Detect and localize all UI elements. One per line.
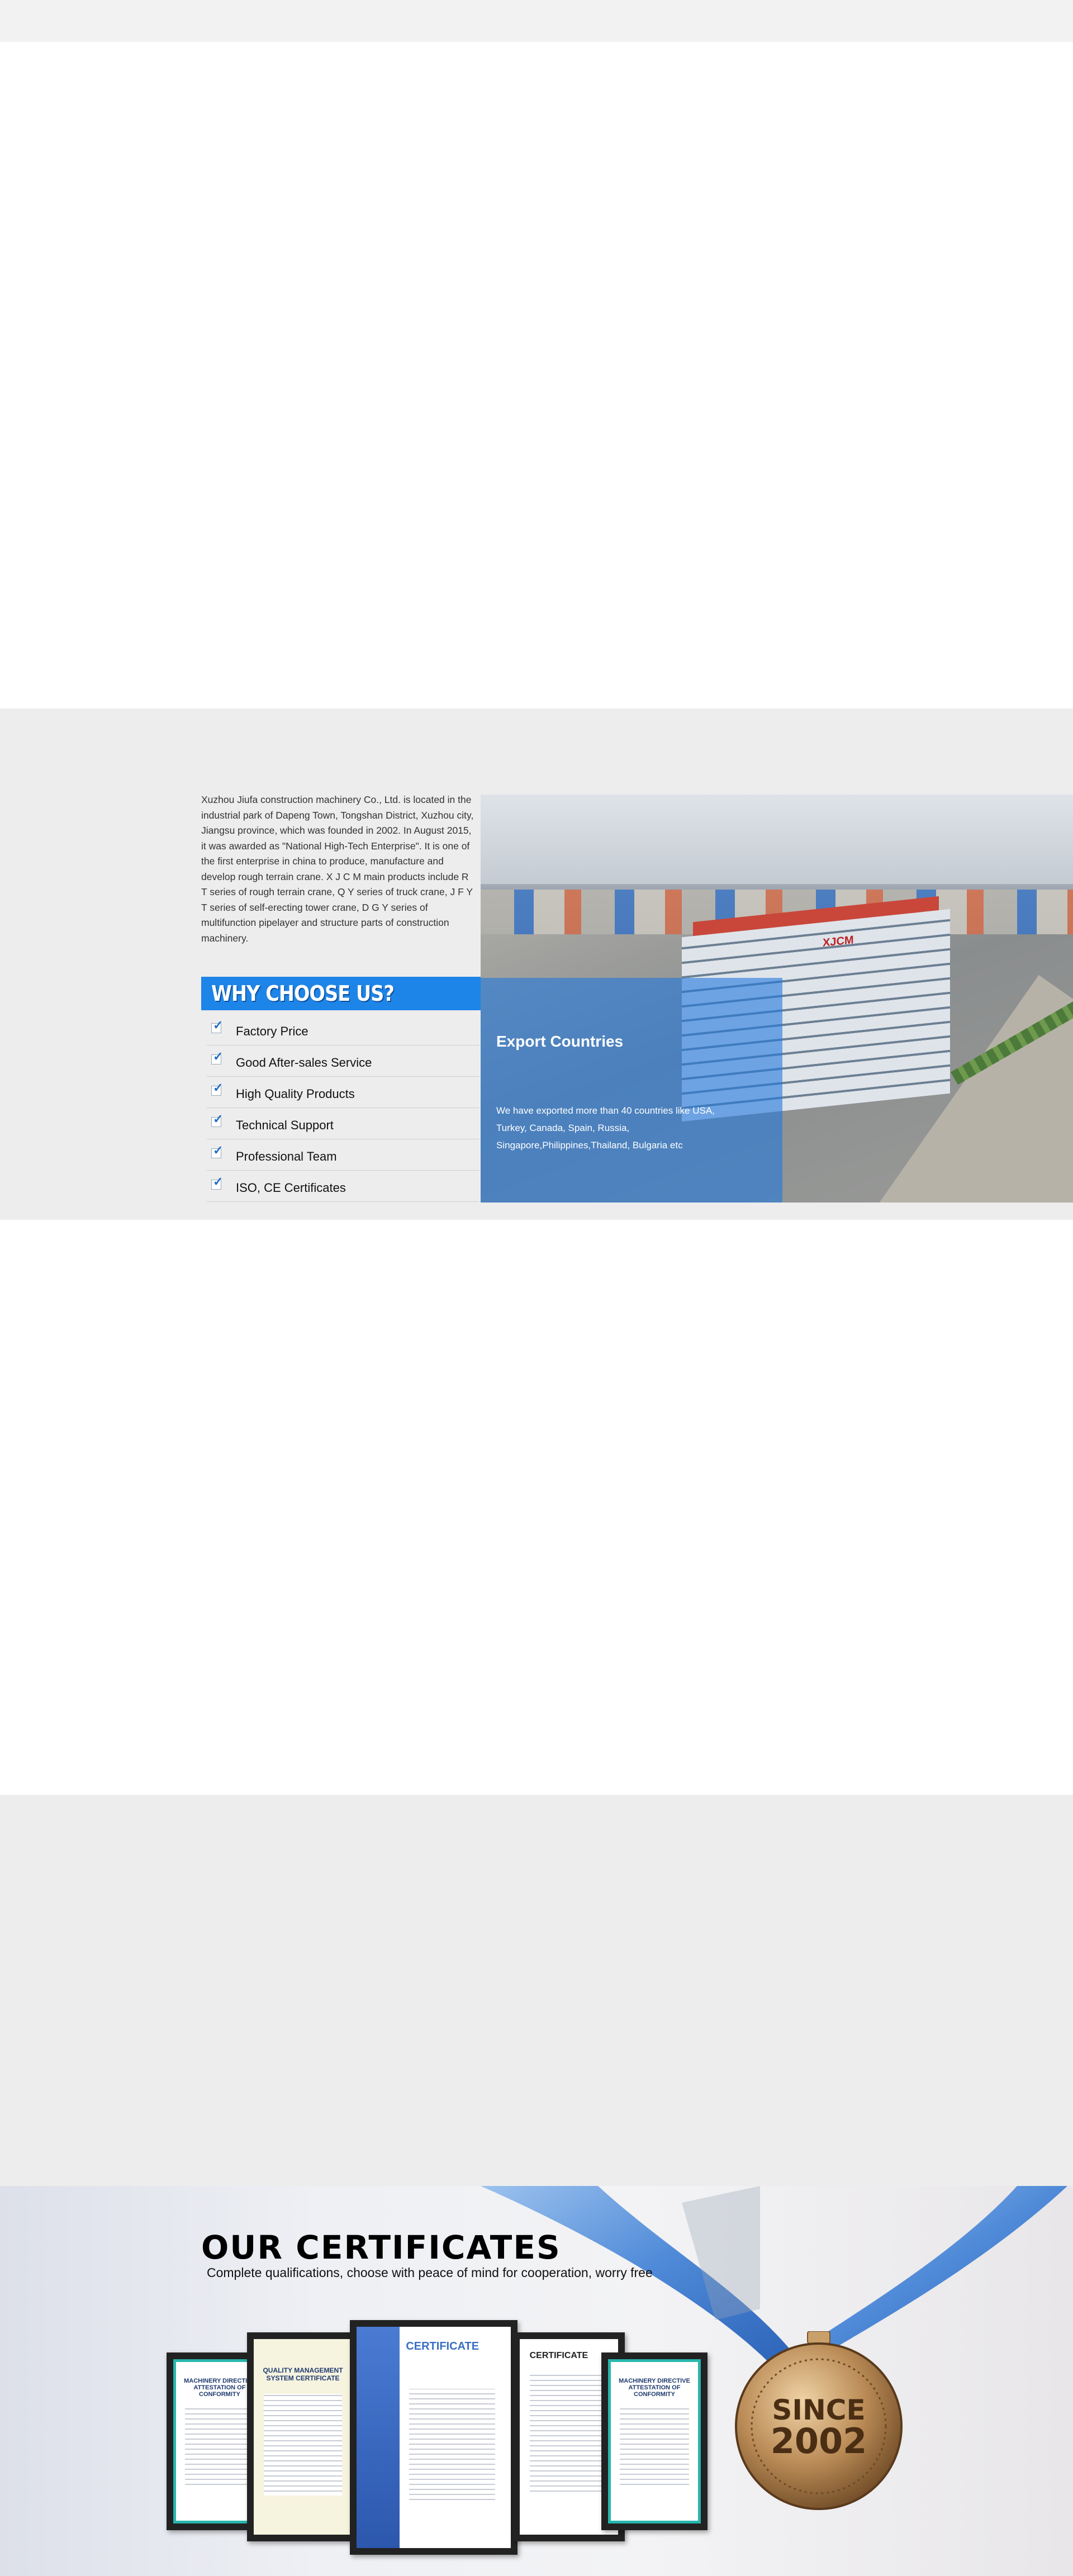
certificate-sheet: CERTIFICATE: [357, 2327, 511, 2548]
factory-photo: XJCM Export Countries We have exported m…: [481, 795, 1073, 1203]
list-item: ✓ Good After-sales Service: [207, 1045, 479, 1077]
certificate-decor: [357, 2327, 400, 2548]
list-item-label: Factory Price: [236, 1024, 308, 1038]
list-item-label: Good After-sales Service: [236, 1056, 372, 1070]
certificates-subtitle: Complete qualifications, choose with pea…: [207, 2265, 653, 2280]
gray-section: [0, 1795, 1073, 2186]
list-item: ✓ Factory Price: [207, 1014, 479, 1045]
certificate-text-lines: [184, 2406, 255, 2489]
certificate-heading: CERTIFICATE: [406, 2340, 479, 2352]
export-overlay: Export Countries We have exported more t…: [481, 978, 782, 1203]
check-icon: ✓: [213, 1081, 224, 1095]
list-item-label: Technical Support: [236, 1118, 334, 1132]
company-intro: Xuzhou Jiufa construction machinery Co.,…: [201, 794, 474, 944]
export-text: We have exported more than 40 countries …: [496, 1105, 715, 1151]
photo-sky: [481, 795, 1073, 884]
certificates-title: OUR CERTIFICATES: [201, 2228, 561, 2266]
list-item: ✓ Professional Team: [207, 1139, 479, 1171]
check-icon: ✓: [213, 1112, 224, 1126]
certificate-text-lines: [619, 2406, 690, 2489]
since-2002-medal: SINCE 2002: [735, 2331, 903, 2510]
certificate-heading: QUALITY MANAGEMENT SYSTEM CERTIFICATE: [263, 2366, 343, 2382]
check-icon: ✓: [213, 1175, 224, 1189]
export-title: Export Countries: [496, 1033, 624, 1050]
why-choose-us-banner: WHY CHOOSE US?: [201, 977, 481, 1010]
check-icon: ✓: [213, 1018, 224, 1032]
certificate-text-lines: [263, 2394, 343, 2496]
top-bar: [0, 0, 1073, 42]
certificate-text-lines: [529, 2374, 609, 2496]
list-item-label: ISO, CE Certificates: [236, 1181, 346, 1195]
medal-clasp: [807, 2331, 830, 2344]
certificate-sheet: QUALITY MANAGEMENT SYSTEM CERTIFICATE: [254, 2339, 352, 2535]
list-item: ✓ Technical Support: [207, 1108, 479, 1139]
certificates-section: OUR CERTIFICATES Complete qualifications…: [0, 2186, 1073, 2576]
list-item-label: Professional Team: [236, 1149, 337, 1163]
medal-text-year: 2002: [771, 2421, 867, 2461]
list-item: ✓ High Quality Products: [207, 1077, 479, 1108]
check-icon: ✓: [213, 1049, 224, 1063]
certificate-text-lines: [409, 2388, 496, 2504]
certificate-card: CERTIFICATE: [350, 2320, 517, 2555]
why-choose-us-title: WHY CHOOSE US?: [211, 981, 395, 1006]
certificate-heading: MACHINERY DIRECTIVE ATTESTATION OF CONFO…: [619, 2378, 690, 2398]
list-item: ✓ ISO, CE Certificates: [207, 1171, 479, 1202]
why-choose-us-list: ✓ Factory Price ✓ Good After-sales Servi…: [207, 1014, 479, 1202]
check-icon: ✓: [213, 1143, 224, 1157]
certificate-sheet: MACHINERY DIRECTIVE ATTESTATION OF CONFO…: [608, 2359, 701, 2523]
certificate-card: MACHINERY DIRECTIVE ATTESTATION OF CONFO…: [601, 2352, 708, 2530]
certificate-card: QUALITY MANAGEMENT SYSTEM CERTIFICATE: [247, 2332, 359, 2541]
list-item-label: High Quality Products: [236, 1087, 355, 1101]
